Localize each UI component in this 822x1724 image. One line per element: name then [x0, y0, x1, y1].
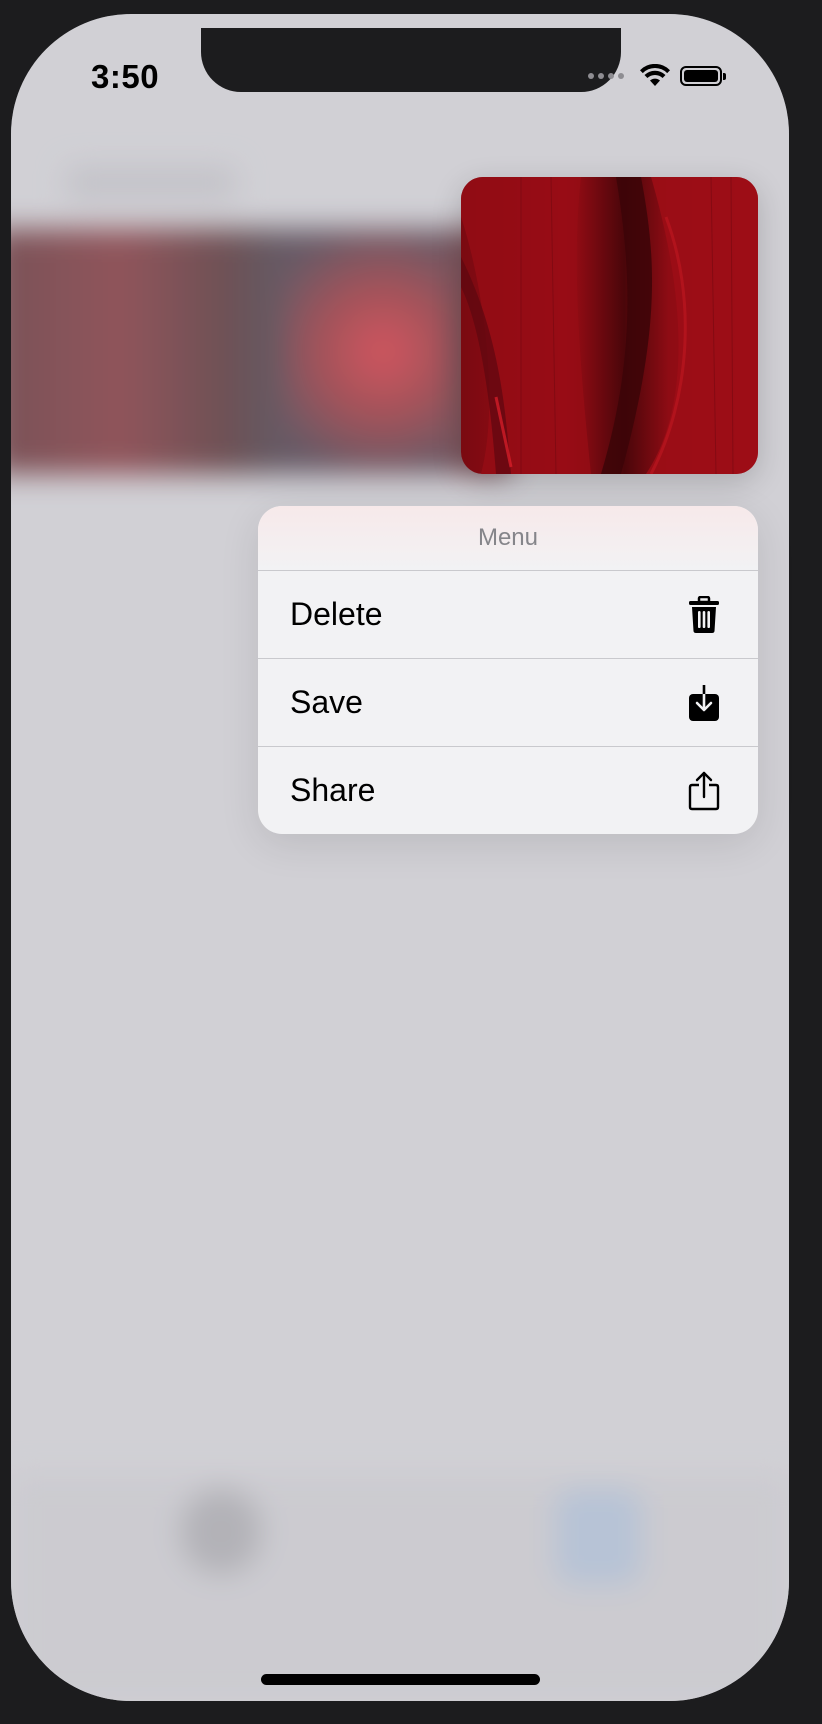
signal-dots-icon: [588, 73, 624, 79]
menu-item-label: Share: [290, 772, 376, 808]
battery-level: [684, 70, 718, 82]
share-icon: [686, 771, 722, 811]
red-leaf-photo: [461, 177, 758, 474]
device-notch: [201, 28, 621, 92]
menu-item-label: Save: [290, 684, 363, 720]
trash-icon: [686, 595, 722, 635]
menu-item-save[interactable]: Save: [258, 659, 758, 747]
battery-icon: [680, 66, 726, 86]
context-menu: Menu Delete Save Share: [258, 506, 758, 834]
wifi-icon: [640, 64, 670, 86]
save-download-icon: [686, 683, 722, 723]
device-frame: 3:50 Menu Delete Save Share: [0, 0, 822, 1724]
home-indicator[interactable]: [261, 1674, 540, 1685]
menu-item-share[interactable]: Share: [258, 747, 758, 834]
preview-image[interactable]: [461, 177, 758, 474]
status-icons: [588, 64, 726, 88]
menu-title: Menu: [258, 506, 758, 571]
status-time: 3:50: [91, 58, 160, 95]
menu-item-delete[interactable]: Delete: [258, 571, 758, 659]
menu-item-label: Delete: [290, 596, 383, 632]
